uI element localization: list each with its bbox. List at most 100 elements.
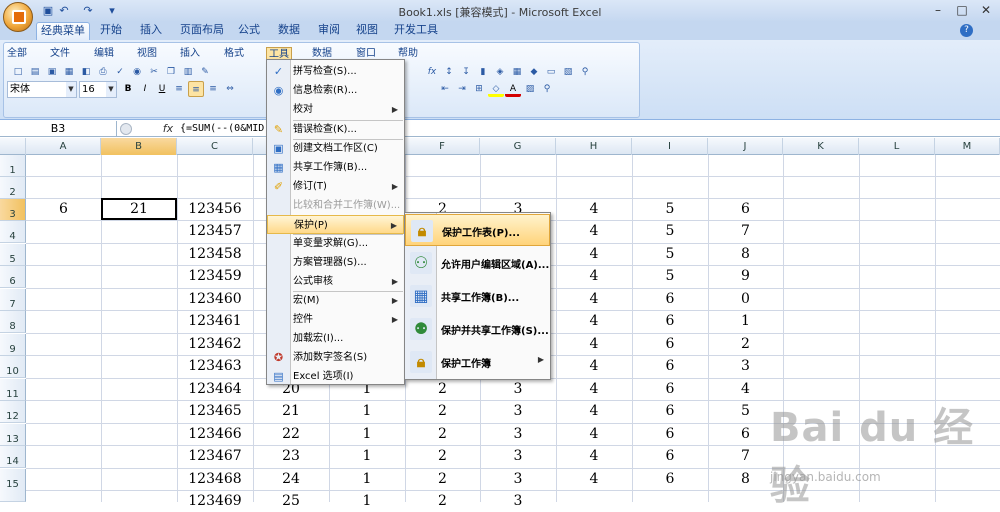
- cell-c[interactable]: 123460: [177, 288, 253, 310]
- drawing-icon[interactable]: ◈: [492, 64, 508, 80]
- copy-icon[interactable]: ❐: [163, 64, 179, 80]
- cell-e[interactable]: 1: [329, 400, 405, 422]
- cell-i[interactable]: 6: [632, 288, 708, 310]
- cell-c[interactable]: 123468: [177, 468, 253, 490]
- research-icon[interactable]: ◉: [129, 64, 145, 80]
- folder-icon[interactable]: ▭: [543, 64, 559, 80]
- tab-home[interactable]: 开始: [92, 22, 130, 40]
- menu-item-protect-and-share[interactable]: ⚉ 保护并共享工作簿(S)...: [405, 313, 550, 345]
- ime-icon[interactable]: ▨: [522, 81, 538, 97]
- cell-h[interactable]: 4: [556, 220, 632, 242]
- italic-icon[interactable]: I: [137, 81, 153, 97]
- cell-d[interactable]: 22: [253, 423, 329, 445]
- cell-j[interactable]: 7: [708, 220, 783, 242]
- row-header[interactable]: 4: [0, 221, 26, 243]
- cell-h[interactable]: 4: [556, 355, 632, 377]
- cell-i[interactable]: 5: [632, 243, 708, 265]
- menu-item-scenario-manager[interactable]: 方案管理器(S)...: [267, 253, 404, 272]
- bold-icon[interactable]: B: [120, 81, 136, 97]
- fill-color-icon[interactable]: ◇: [488, 81, 504, 97]
- menu-item-protect-workbook[interactable]: 🔒︎ 保护工作簿 ▶: [405, 346, 550, 378]
- cell-g[interactable]: 3: [480, 445, 556, 467]
- align-left-icon[interactable]: ≡: [171, 81, 187, 97]
- tab-formulas[interactable]: 公式: [232, 22, 266, 40]
- cell-c[interactable]: 123463: [177, 355, 253, 377]
- row-header[interactable]: 15: [0, 469, 26, 502]
- menu-item-proofing[interactable]: 校对 ▶: [267, 100, 404, 119]
- help-search-icon[interactable]: ⚲: [539, 81, 555, 97]
- column-header[interactable]: J: [708, 138, 783, 155]
- font-name-select[interactable]: 宋体 ▼: [7, 81, 77, 98]
- cell-h[interactable]: 4: [556, 378, 632, 400]
- menu-item-research[interactable]: ◉ 信息检索(R)...: [267, 81, 404, 100]
- cell-c[interactable]: 123469: [177, 490, 253, 512]
- cut-icon[interactable]: ✂: [146, 64, 162, 80]
- underline-icon[interactable]: U: [154, 81, 170, 97]
- tab-classic-menu[interactable]: 经典菜单: [36, 22, 90, 40]
- menu-item-error-check[interactable]: ✎ 错误检查(K)...: [267, 120, 404, 139]
- row-header[interactable]: 6: [0, 266, 26, 288]
- chart-icon[interactable]: ▮: [475, 64, 491, 80]
- cell-c[interactable]: 123461: [177, 310, 253, 332]
- cell-h[interactable]: 4: [556, 243, 632, 265]
- increase-indent-icon[interactable]: ⇥: [454, 81, 470, 97]
- row-header[interactable]: 5: [0, 244, 26, 266]
- cell-i[interactable]: 6: [632, 378, 708, 400]
- row-header[interactable]: 7: [0, 289, 26, 311]
- fill-icon[interactable]: ◆: [526, 64, 542, 80]
- cell-h[interactable]: 4: [556, 445, 632, 467]
- cell-d[interactable]: 21: [253, 400, 329, 422]
- align-right-icon[interactable]: ≡: [205, 81, 221, 97]
- cell-c[interactable]: 123456: [177, 198, 253, 220]
- formula-input[interactable]: {=SUM(--(0&MID(: [180, 121, 270, 137]
- menu-item-macro[interactable]: 宏(M) ▶: [267, 291, 404, 310]
- menu-view[interactable]: 视图: [137, 47, 157, 62]
- help-icon[interactable]: ?: [960, 24, 973, 37]
- permission-icon[interactable]: ▦: [61, 64, 77, 80]
- cell-j[interactable]: 0: [708, 288, 783, 310]
- cell-a3[interactable]: 6: [26, 198, 101, 220]
- tab-data[interactable]: 数据: [272, 22, 306, 40]
- row-header[interactable]: 8: [0, 311, 26, 333]
- zoom-icon[interactable]: ⚲: [577, 64, 593, 80]
- cell-h[interactable]: 4: [556, 400, 632, 422]
- spellcheck-icon[interactable]: ✓: [112, 64, 128, 80]
- cell-d[interactable]: 25: [253, 490, 329, 512]
- cell-f[interactable]: 2: [405, 468, 480, 490]
- select-all-corner[interactable]: [0, 138, 26, 155]
- cell-f[interactable]: 2: [405, 490, 480, 512]
- tab-view[interactable]: 视图: [350, 22, 384, 40]
- cell-i[interactable]: 6: [632, 333, 708, 355]
- cell-j[interactable]: 6: [708, 198, 783, 220]
- function-icon[interactable]: fx: [424, 64, 440, 80]
- row-header[interactable]: 3: [0, 199, 26, 221]
- cell-i[interactable]: 5: [632, 198, 708, 220]
- cell-g[interactable]: 3: [480, 490, 556, 512]
- cell-i[interactable]: 6: [632, 310, 708, 332]
- cell-c[interactable]: 123458: [177, 243, 253, 265]
- menu-item-digital-signature[interactable]: ✪ 添加数字签名(S): [267, 348, 404, 367]
- tab-developer[interactable]: 开发工具: [390, 22, 442, 40]
- menu-item-controls[interactable]: 控件 ▶: [267, 310, 404, 329]
- open-icon[interactable]: ▤: [27, 64, 43, 80]
- cell-i[interactable]: 5: [632, 220, 708, 242]
- paste-icon[interactable]: ▥: [180, 64, 196, 80]
- menu-item-document-workspace[interactable]: ▣ 创建文档工作区(C): [267, 139, 404, 158]
- column-header[interactable]: M: [935, 138, 1000, 155]
- column-header[interactable]: I: [632, 138, 708, 155]
- maximize-icon[interactable]: □: [952, 2, 972, 18]
- sort-icon[interactable]: ↕: [441, 64, 457, 80]
- image-icon[interactable]: ▧: [560, 64, 576, 80]
- menu-all[interactable]: 全部: [7, 47, 27, 62]
- cell-i[interactable]: 6: [632, 468, 708, 490]
- row-header[interactable]: 14: [0, 446, 26, 468]
- cell-g[interactable]: 3: [480, 378, 556, 400]
- cell-c[interactable]: 123462: [177, 333, 253, 355]
- menu-insert[interactable]: 插入: [180, 47, 200, 62]
- menu-item-protection[interactable]: 保护(P) ▶: [267, 215, 404, 234]
- expand-name-box-icon[interactable]: [120, 123, 132, 135]
- column-header[interactable]: A: [26, 138, 101, 155]
- cell-j[interactable]: 9: [708, 265, 783, 287]
- align-center-icon[interactable]: ≡: [188, 81, 204, 97]
- column-header[interactable]: C: [177, 138, 253, 155]
